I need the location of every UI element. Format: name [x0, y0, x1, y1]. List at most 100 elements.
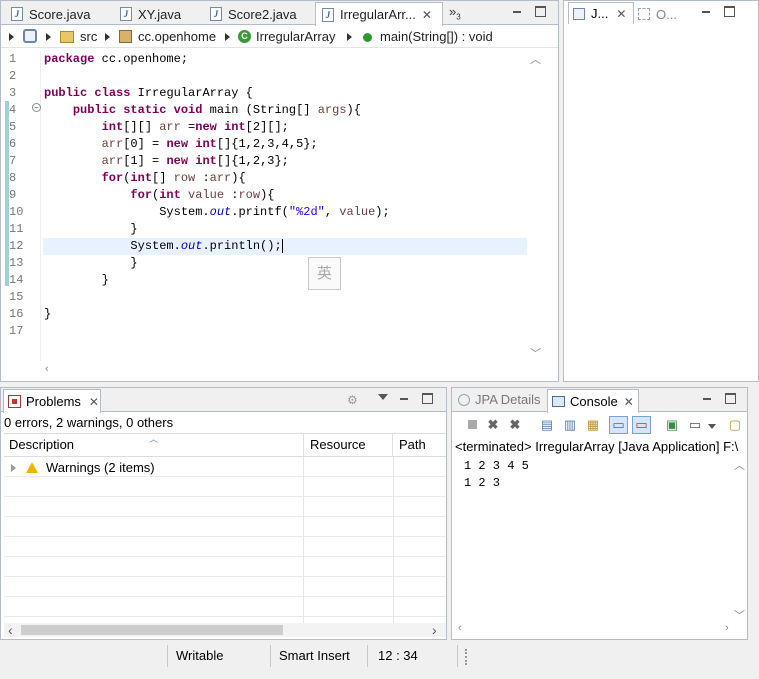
project-icon[interactable]	[23, 29, 37, 43]
tab-score2-java[interactable]: J Score2.java	[204, 3, 314, 25]
code-editor[interactable]: 1 2 3 4 5 6 7 8 9 10 11 12 13 14 15 16 1…	[1, 49, 544, 365]
breadcrumb-src[interactable]: src	[60, 29, 97, 44]
close-icon[interactable]: ✕	[422, 8, 432, 22]
scrollbar-thumb[interactable]	[21, 625, 283, 635]
minimize-icon[interactable]	[701, 393, 713, 405]
breadcrumb-class[interactable]: C IrregularArray	[238, 29, 335, 44]
warnings-tree-item[interactable]: Warnings (2 items)	[11, 458, 155, 477]
line-number: 16	[9, 307, 24, 321]
ime-indicator: 英	[308, 257, 341, 290]
chevron-right-icon[interactable]	[9, 33, 14, 41]
close-icon[interactable]: ✕	[616, 7, 626, 21]
breadcrumb: src cc.openhome C IrregularArray main(St…	[1, 26, 558, 48]
tab-package-explorer[interactable]: J... ✕	[568, 2, 634, 24]
console-vertical-scrollbar[interactable]: ︿ ﹀	[732, 457, 746, 622]
chevron-left-icon[interactable]: ‹	[45, 363, 49, 375]
jpa-details-icon	[458, 393, 470, 406]
tab-console[interactable]: Console ✕	[547, 389, 639, 413]
code-text[interactable]: package cc.openhome; public class Irregu…	[44, 51, 528, 351]
close-icon[interactable]: ✕	[624, 395, 634, 409]
filter-icon[interactable]: ⚙	[347, 393, 361, 407]
expand-icon[interactable]	[11, 463, 16, 472]
console-horizontal-scrollbar[interactable]: ‹ ›	[455, 622, 745, 637]
tab-xy-java[interactable]: J XY.java	[114, 3, 200, 25]
breadcrumb-method[interactable]: main(String[]) : void	[363, 29, 493, 44]
line-number: 5	[9, 120, 17, 134]
terminate-icon[interactable]	[464, 417, 480, 433]
tab-score-java[interactable]: J Score.java	[5, 3, 113, 25]
tab-label: Score.java	[29, 6, 91, 22]
problems-horizontal-scrollbar[interactable]: ‹ ›	[4, 622, 446, 638]
status-drag-handle[interactable]	[465, 649, 468, 665]
line-number: 2	[9, 69, 17, 83]
chevron-down-icon[interactable]	[708, 424, 716, 429]
remove-launch-icon[interactable]: ✖	[485, 417, 501, 433]
chevron-down-icon[interactable]: ﹀	[734, 607, 745, 623]
line-number: 14	[9, 273, 24, 287]
scroll-lock-icon[interactable]: ▥	[562, 417, 578, 433]
class-icon: C	[238, 30, 251, 43]
show-on-stderr-icon[interactable]: ▭	[632, 416, 651, 434]
code-line-13: }	[44, 256, 138, 270]
tab-outline[interactable]: O...	[638, 4, 677, 24]
editor-tabbar: J Score.java J XY.java J Score2.java J I…	[1, 1, 558, 26]
table-row	[4, 557, 446, 577]
problems-table-header: Description Resource Path	[4, 433, 446, 457]
line-number: 4	[9, 103, 17, 117]
show-on-stdout-icon[interactable]: ▭	[609, 416, 628, 434]
open-console-icon[interactable]: ▢	[727, 417, 743, 433]
editor-horizontal-scrollbar[interactable]: ‹	[41, 363, 528, 377]
column-resource[interactable]: Resource	[304, 433, 393, 457]
chevron-right-icon[interactable]	[46, 33, 51, 41]
maximize-icon[interactable]	[725, 393, 736, 404]
chevron-left-icon[interactable]: ‹	[458, 622, 462, 634]
tab-problems[interactable]: Problems ✕	[3, 389, 101, 413]
minimize-icon[interactable]	[398, 393, 410, 405]
status-separator	[167, 645, 168, 667]
console-output[interactable]: 1 2 3 4 5 1 2 3	[455, 457, 735, 622]
console-line: 1 2 3	[464, 476, 501, 490]
word-wrap-icon[interactable]: ▦	[585, 417, 601, 433]
chevron-right-icon[interactable]: ›	[725, 622, 729, 634]
line-number: 10	[9, 205, 24, 219]
chevron-left-icon[interactable]: ‹	[8, 622, 13, 638]
display-selected-console-icon[interactable]: ▭	[687, 417, 703, 433]
column-path[interactable]: Path	[393, 433, 445, 457]
tab-irregulararray-java[interactable]: J IrregularArr... ✕	[315, 2, 443, 26]
chevron-right-icon[interactable]	[105, 33, 110, 41]
code-line-11: }	[44, 222, 138, 236]
tab-overflow-button[interactable]: »3	[449, 4, 461, 22]
tab-jpa-details[interactable]: JPA Details	[458, 392, 541, 407]
chevron-right-icon[interactable]	[225, 33, 230, 41]
table-row	[4, 577, 446, 597]
breadcrumb-package[interactable]: cc.openhome	[119, 29, 216, 44]
chevron-up-icon[interactable]: ︿	[734, 457, 745, 473]
maximize-icon[interactable]	[422, 393, 433, 404]
code-line-7: arr[1] = new int[]{1,2,3};	[101, 154, 289, 168]
chevron-up-icon[interactable]: ︿	[530, 51, 541, 67]
chevron-down-icon[interactable]: ﹀	[530, 345, 541, 361]
code-line-10: System.out.printf("%2d", value);	[44, 205, 390, 219]
status-bar: Writable Smart Insert 12 : 34	[0, 641, 759, 671]
minimize-icon[interactable]	[511, 6, 523, 18]
status-separator	[457, 645, 458, 667]
maximize-icon[interactable]	[535, 6, 546, 17]
maximize-icon[interactable]	[724, 6, 735, 17]
chevron-right-icon[interactable]	[347, 33, 352, 41]
editor-vertical-scrollbar[interactable]: ︿ ﹀	[528, 49, 542, 365]
clear-console-icon[interactable]: ▤	[539, 417, 555, 433]
pin-console-icon[interactable]: ▣	[664, 417, 680, 433]
tab-label: Score2.java	[228, 6, 297, 22]
console-tabbar: JPA Details Console ✕	[452, 388, 747, 413]
close-icon[interactable]: ✕	[89, 395, 99, 409]
minimize-icon[interactable]	[700, 6, 712, 18]
view-menu-icon[interactable]	[378, 394, 388, 400]
status-writable: Writable	[176, 648, 224, 663]
fold-collapse-icon[interactable]: −	[32, 103, 41, 112]
editor-pane: J Score.java J XY.java J Score2.java J I…	[0, 0, 559, 382]
remove-all-terminated-icon[interactable]: ✖	[507, 417, 523, 433]
outline-icon	[638, 8, 650, 20]
java-file-icon: J	[120, 7, 132, 21]
line-number-ruler: 1 2 3 4 5 6 7 8 9 10 11 12 13 14 15 16 1…	[1, 51, 41, 361]
chevron-right-icon[interactable]: ›	[432, 622, 437, 638]
